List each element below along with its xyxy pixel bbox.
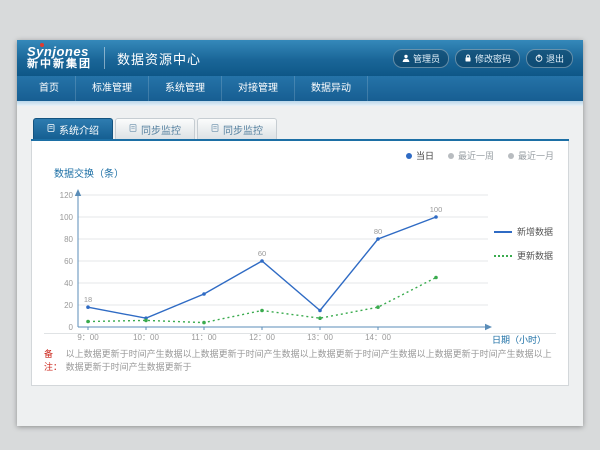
filter-label: 最近一周 — [458, 149, 494, 162]
document-icon — [47, 124, 55, 135]
nav-item-data-change[interactable]: 数据异动 — [295, 76, 368, 101]
filter-last-week[interactable]: 最近一周 — [448, 149, 494, 162]
svg-text:40: 40 — [64, 279, 73, 288]
series-legend: 新增数据 更新数据 — [494, 225, 553, 273]
chart-panel: 当日 最近一周 最近一月 数据交换（条） 0204060801001209：00… — [31, 141, 569, 386]
nav-item-home[interactable]: 首页 — [23, 76, 76, 101]
app-title: 数据资源中心 — [117, 49, 201, 68]
header-actions: 管理员 修改密码 退出 — [393, 49, 573, 68]
legend-new-data: 新增数据 — [494, 225, 553, 238]
content-area: 系统介绍 同步监控 同步监控 当日 — [17, 106, 583, 426]
svg-text:18: 18 — [84, 295, 92, 304]
user-icon — [402, 54, 410, 62]
series-label: 更新数据 — [517, 249, 553, 262]
tab-label: 同步监控 — [223, 122, 263, 137]
tab-label: 同步监控 — [141, 122, 181, 137]
note-prefix: 备注： — [44, 347, 66, 373]
nav-item-connect-mgmt[interactable]: 对接管理 — [222, 76, 295, 101]
line-sample-icon — [494, 231, 512, 233]
monitor-icon — [129, 124, 137, 135]
series-label: 新增数据 — [517, 225, 553, 238]
app-window: Synjones 新中新集团 数据资源中心 管理员 修改密码 — [17, 40, 583, 426]
header: Synjones 新中新集团 数据资源中心 管理员 修改密码 — [17, 40, 583, 76]
change-password-label: 修改密码 — [475, 52, 511, 65]
legend-updated-data: 更新数据 — [494, 249, 553, 262]
filter-last-month[interactable]: 最近一月 — [508, 149, 554, 162]
tab-sync-monitor-2[interactable]: 同步监控 — [197, 118, 277, 139]
filter-label: 最近一月 — [518, 149, 554, 162]
svg-text:100: 100 — [60, 213, 74, 222]
nav-item-standard-mgmt[interactable]: 标准管理 — [76, 76, 149, 101]
user-button-label: 管理员 — [413, 52, 440, 65]
tab-system-intro[interactable]: 系统介绍 — [33, 118, 113, 139]
tab-bar: 系统介绍 同步监控 同步监控 — [33, 118, 569, 139]
dotted-line-sample-icon — [494, 255, 512, 257]
line-chart: 0204060801001209：0010：0011：0012：0013：001… — [46, 185, 496, 355]
logo: Synjones 新中新集团 — [27, 45, 92, 70]
note-text: 以上数据更新于时间产生数据以上数据更新于时间产生数据以上数据更新于时间产生数据以… — [66, 347, 556, 373]
logout-button[interactable]: 退出 — [526, 49, 573, 68]
user-button[interactable]: 管理员 — [393, 49, 449, 68]
logo-text: Synjones — [27, 45, 92, 59]
header-divider — [104, 47, 105, 69]
dot-icon — [448, 153, 454, 159]
svg-text:0: 0 — [69, 323, 74, 332]
footer-note: 备注： 以上数据更新于时间产生数据以上数据更新于时间产生数据以上数据更新于时间产… — [44, 333, 556, 385]
filter-label: 当日 — [416, 149, 434, 162]
lock-icon — [464, 54, 472, 62]
svg-text:80: 80 — [64, 235, 73, 244]
dot-icon — [406, 153, 412, 159]
svg-text:20: 20 — [64, 301, 73, 310]
time-filter-legend: 当日 最近一周 最近一月 — [406, 149, 554, 162]
monitor-icon — [211, 124, 219, 135]
tab-label: 系统介绍 — [59, 122, 99, 137]
svg-text:100: 100 — [430, 205, 443, 214]
tab-sync-monitor-1[interactable]: 同步监控 — [115, 118, 195, 139]
nav-item-system-mgmt[interactable]: 系统管理 — [149, 76, 222, 101]
svg-text:60: 60 — [258, 249, 266, 258]
dot-icon — [508, 153, 514, 159]
svg-text:120: 120 — [60, 191, 74, 200]
filter-today[interactable]: 当日 — [406, 149, 434, 162]
main-nav: 首页 标准管理 系统管理 对接管理 数据异动 — [17, 76, 583, 101]
svg-text:80: 80 — [374, 227, 382, 236]
logout-icon — [535, 54, 543, 62]
y-axis-title: 数据交换（条） — [54, 165, 124, 180]
change-password-button[interactable]: 修改密码 — [455, 49, 520, 68]
svg-text:60: 60 — [64, 257, 73, 266]
logout-label: 退出 — [546, 52, 564, 65]
logo-subtitle: 新中新集团 — [27, 59, 92, 71]
